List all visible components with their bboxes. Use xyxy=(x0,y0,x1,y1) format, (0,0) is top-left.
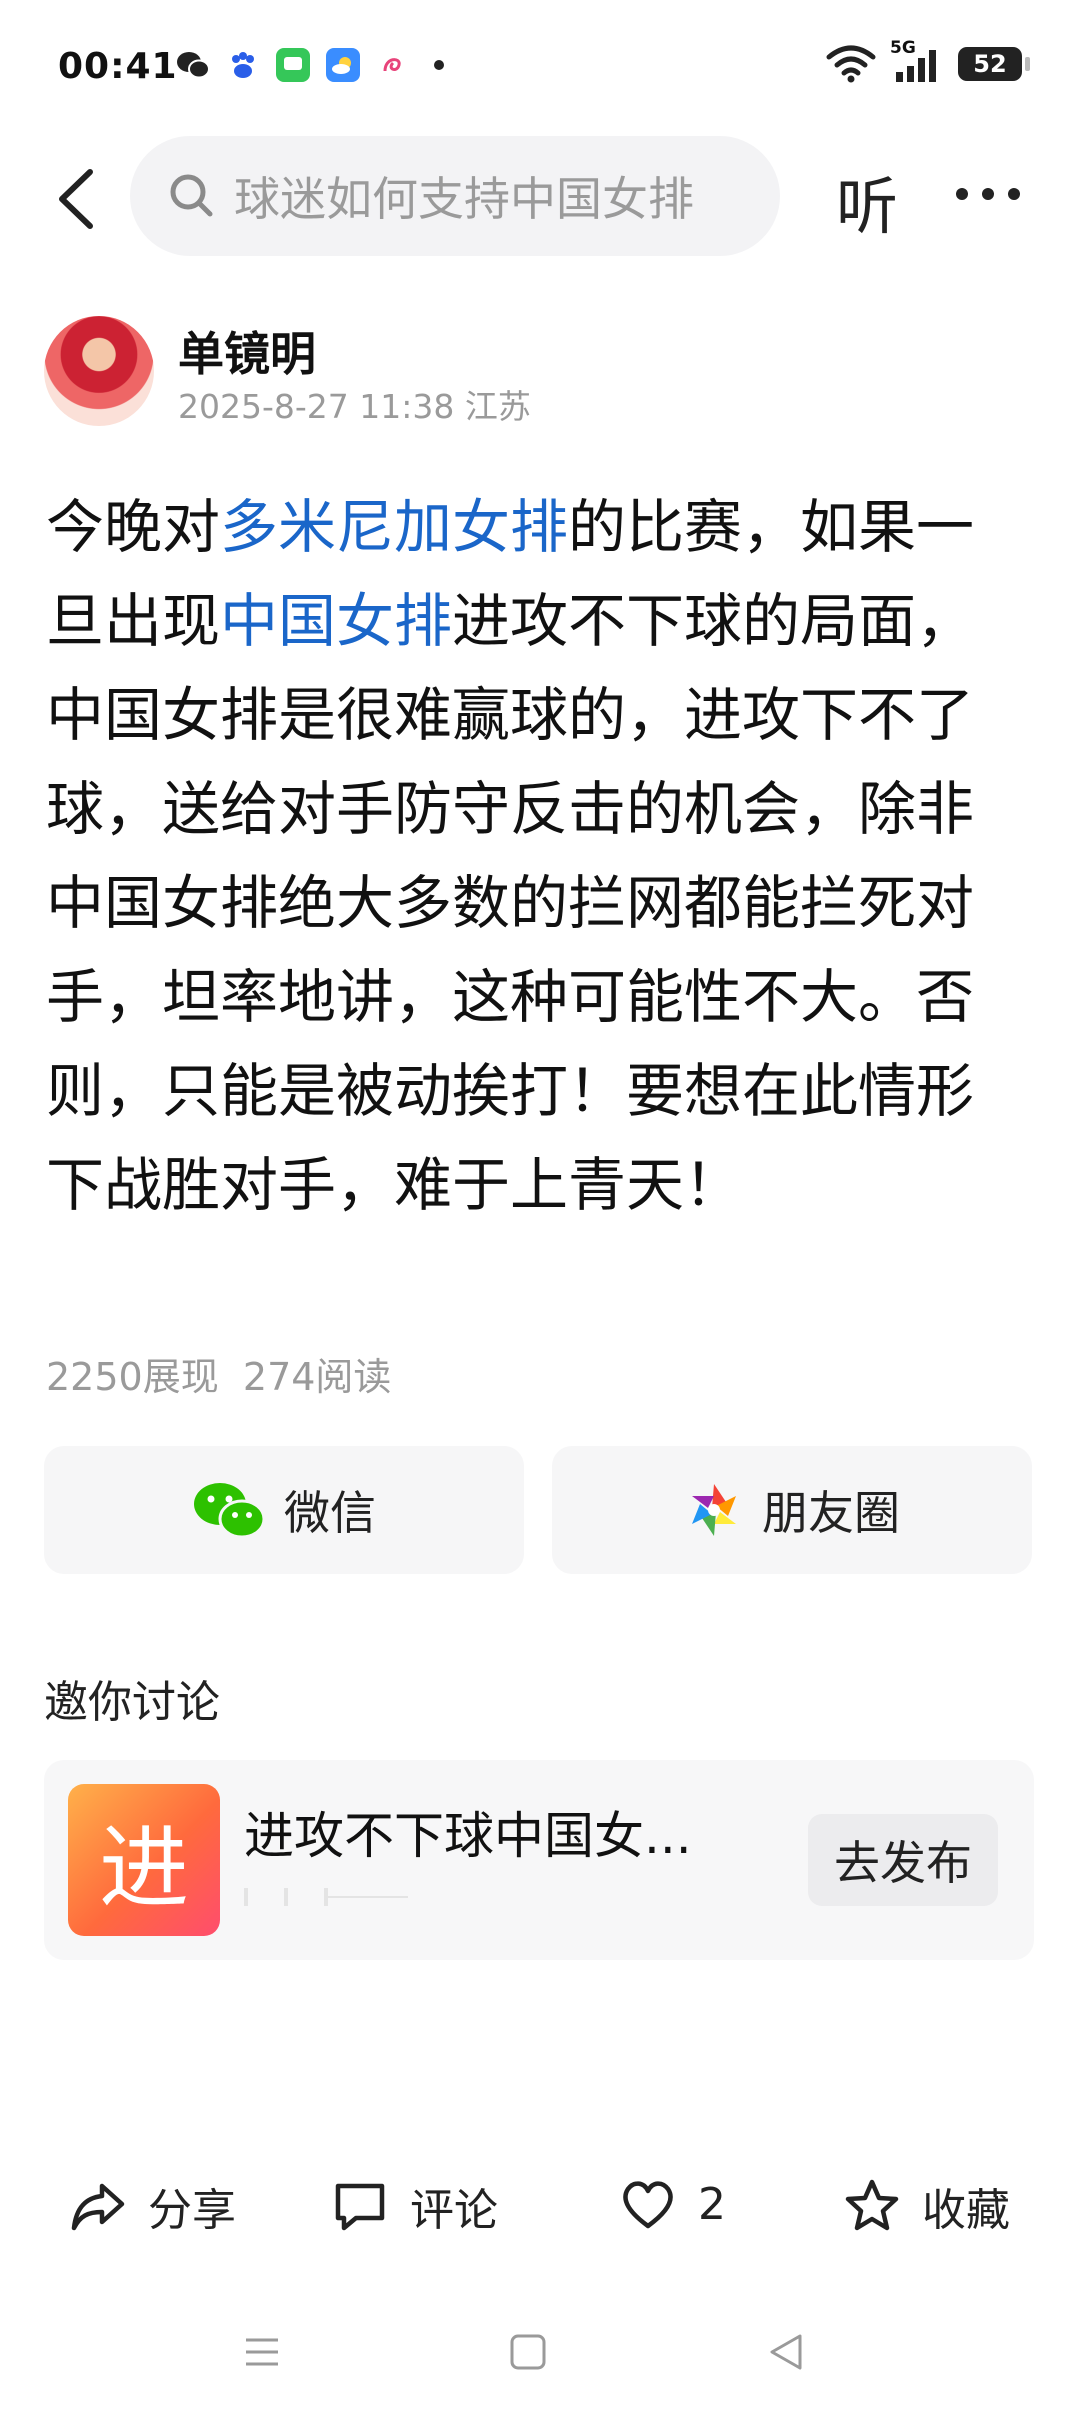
battery-icon: 52 xyxy=(958,47,1030,81)
post-text-segment: 今晚对 xyxy=(46,493,221,561)
moments-icon xyxy=(692,1484,736,1536)
share-action-label: 分享 xyxy=(148,2185,236,2236)
views-count: 2250展现 xyxy=(46,1355,219,1399)
status-right: 5G 52 xyxy=(826,38,1030,84)
post-content: 今晚对多米尼加女排的比赛，如果一旦出现中国女排进攻不下球的局面，中国女排是很难赢… xyxy=(46,480,986,1232)
app-notification-icon xyxy=(376,48,410,82)
comment-action-label: 评论 xyxy=(410,2185,498,2236)
baidu-notification-icon xyxy=(226,48,260,82)
wifi-icon xyxy=(826,45,876,83)
wechat-icon xyxy=(194,1483,266,1539)
topic-link[interactable]: 多米尼加女排 xyxy=(220,493,568,561)
share-moments-button[interactable]: 朋友圈 xyxy=(552,1446,1032,1574)
star-icon xyxy=(845,2179,899,2231)
like-count: 2 xyxy=(698,2178,726,2230)
listen-button[interactable]: 听 xyxy=(836,156,898,246)
back-nav-icon[interactable] xyxy=(764,2330,808,2374)
search-icon xyxy=(170,174,213,217)
share-action[interactable]: 分享 xyxy=(68,2174,236,2238)
home-nav-icon[interactable] xyxy=(506,2330,550,2374)
comment-action[interactable]: 评论 xyxy=(330,2174,498,2238)
notification-icons xyxy=(176,48,444,82)
wechat-notification-icon xyxy=(176,48,210,82)
favorite-action-label: 收藏 xyxy=(922,2185,1010,2236)
comment-icon xyxy=(335,2183,385,2231)
author-name[interactable]: 单镜明 xyxy=(178,318,316,384)
post-stats: 2250展现 274阅读 xyxy=(46,1346,391,1401)
topic-title: 进攻不下球中国女... xyxy=(244,1807,692,1865)
share-moments-label: 朋友圈 xyxy=(762,1486,900,1540)
status-bar: 00:41 5G 52 xyxy=(0,0,1080,140)
weather-notification-icon xyxy=(326,48,360,82)
like-action[interactable]: 2 xyxy=(618,2174,726,2234)
post-meta: 2025-8-27 11:38 江苏 xyxy=(178,387,531,426)
back-arrow-icon[interactable] xyxy=(46,164,106,234)
hidden-section-heading xyxy=(44,2122,164,2134)
battery-level: 52 xyxy=(973,50,1007,78)
share-wechat-label: 微信 xyxy=(284,1486,376,1540)
invite-section-title: 邀你讨论 xyxy=(44,1677,220,1728)
share-wechat-button[interactable]: 微信 xyxy=(44,1446,524,1574)
topic-link[interactable]: 中国女排 xyxy=(220,587,452,655)
favorite-action[interactable]: 收藏 xyxy=(842,2174,1010,2238)
status-time: 00:41 xyxy=(58,46,178,87)
topic-subtitle-placeholder xyxy=(244,1888,408,1906)
search-placeholder: 球迷如何支持中国女排 xyxy=(234,172,694,226)
heart-icon xyxy=(623,2181,673,2229)
more-notifications-dot xyxy=(434,60,444,70)
system-nav-bar xyxy=(0,2290,1080,2412)
top-nav: 球迷如何支持中国女排 听 xyxy=(0,136,1080,266)
more-options-icon[interactable] xyxy=(952,164,1024,224)
bottom-action-bar: 分享 评论 2 收藏 xyxy=(0,2140,1080,2280)
reads-count: 274阅读 xyxy=(242,1355,392,1399)
invite-topic-card[interactable]: 进 进攻不下球中国女... 去发布 xyxy=(44,1760,1034,1960)
go-publish-button[interactable]: 去发布 xyxy=(808,1814,998,1906)
author-avatar[interactable] xyxy=(44,316,154,426)
messages-notification-icon xyxy=(276,48,310,82)
topic-thumbnail: 进 xyxy=(68,1784,220,1936)
post-text-segment: 进攻不下球的局面，中国女排是很难赢球的，进攻下不了球，送给对手防守反击的机会，除… xyxy=(46,587,975,1219)
search-bar[interactable]: 球迷如何支持中国女排 xyxy=(130,136,780,256)
share-icon xyxy=(71,2183,125,2231)
menu-nav-icon[interactable] xyxy=(240,2330,284,2374)
cellular-signal-icon: 5G xyxy=(890,38,944,84)
